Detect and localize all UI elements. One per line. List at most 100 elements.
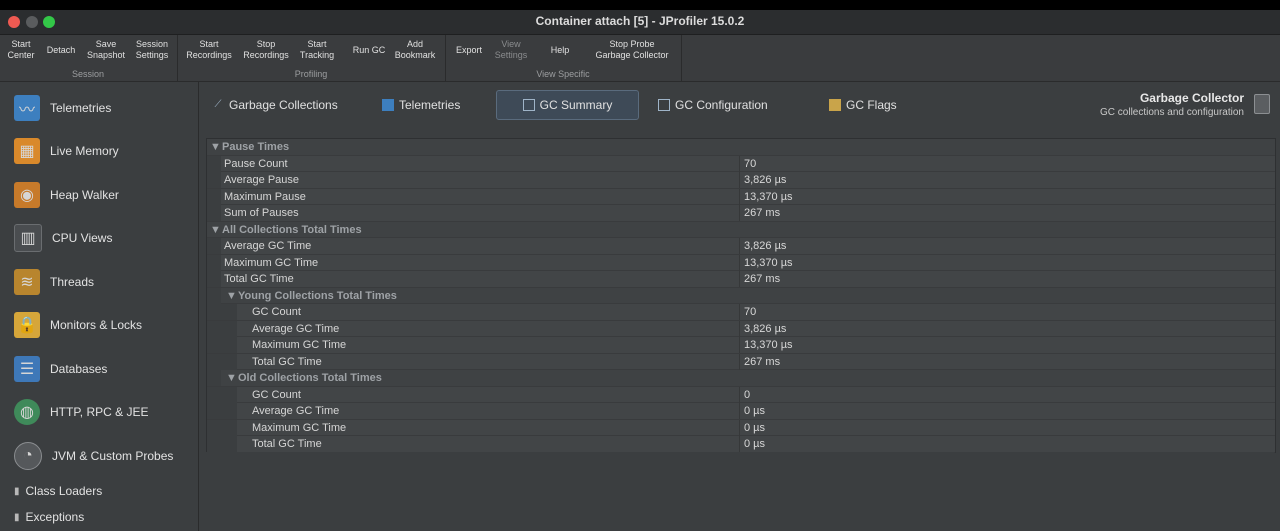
run-gc-button[interactable]: Run GC xyxy=(350,45,388,56)
table-row[interactable]: Maximum Pause 13,370 µs xyxy=(207,188,1275,205)
tree-indent xyxy=(207,254,221,271)
window-title: Container attach [5] - JProfiler 15.0.2 xyxy=(535,14,745,28)
section-label: Young Collections Total Times xyxy=(238,289,397,302)
view-tabs: ⟋ Garbage Collections Telemetries GC Sum… xyxy=(199,82,1280,126)
table-row[interactable]: Average GC Time 3,826 µs xyxy=(207,238,1275,255)
tab-gc-flags[interactable]: GC Flags xyxy=(829,90,897,120)
toolbar-separator xyxy=(681,35,682,81)
table-row[interactable]: Sum of Pauses 267 ms xyxy=(207,205,1275,222)
table-row[interactable]: Total GC Time 267 ms xyxy=(207,271,1275,288)
sidebar-item-cpu-views[interactable]: ▥ CPU Views xyxy=(0,218,198,258)
sidebar-item-databases[interactable]: ☰ Databases xyxy=(0,349,198,389)
column-divider xyxy=(739,403,740,419)
table-row[interactable]: Maximum GC Time 13,370 µs xyxy=(207,337,1275,354)
broom-icon: ⟋ xyxy=(214,99,222,110)
clipboard-icon xyxy=(829,99,841,111)
threads-icon: ≋ xyxy=(14,269,40,295)
table-icon xyxy=(522,99,535,111)
add-bookmark-button[interactable]: Add Bookmark xyxy=(392,39,438,61)
sidebar-item-label: JVM & Custom Probes xyxy=(52,449,174,463)
tree-indent xyxy=(207,337,237,353)
table-row[interactable]: GC Count 0 xyxy=(207,386,1275,403)
tree-indent xyxy=(207,403,237,419)
sidebar-item-jvm-custom-probes[interactable]: ◔ JVM & Custom Probes xyxy=(0,436,198,476)
table-row[interactable]: Pause Count 70 xyxy=(207,155,1275,172)
start-center-button[interactable]: Start Center xyxy=(4,39,38,61)
column-divider xyxy=(739,337,740,353)
lock-icon: 🔒 xyxy=(14,312,40,338)
sidebar-item-label: Heap Walker xyxy=(50,188,119,202)
row-value: 0 xyxy=(744,388,751,401)
sidebar-item-exceptions[interactable]: ▮ Exceptions xyxy=(0,506,198,528)
tree-indent xyxy=(207,271,221,287)
table-row[interactable]: Maximum GC Time 13,370 µs xyxy=(207,254,1275,271)
tree-indent xyxy=(207,436,237,452)
save-snapshot-button[interactable]: Save Snapshot xyxy=(84,39,128,61)
sidebar-item-label: Exceptions xyxy=(25,510,85,524)
column-divider xyxy=(739,419,740,436)
toolbar-caption-profiling: Profiling xyxy=(294,69,328,79)
start-recordings-button[interactable]: Start Recordings xyxy=(184,39,234,61)
row-value: 13,370 µs xyxy=(744,339,793,351)
bar-chart-icon: ▮ xyxy=(14,511,20,523)
stop-recordings-button[interactable]: Stop Recordings xyxy=(240,39,292,61)
section-row-old-collections[interactable]: ▼ Old Collections Total Times xyxy=(207,370,1275,387)
detach-button[interactable]: Detach xyxy=(44,45,78,56)
table-row[interactable]: Maximum GC Time 0 µs xyxy=(207,419,1275,436)
collapse-triangle-icon[interactable]: ▼ xyxy=(210,139,221,155)
bar-chart-icon: ▮ xyxy=(14,485,20,497)
collapse-triangle-icon[interactable]: ▼ xyxy=(226,288,237,304)
tree-indent xyxy=(207,386,237,403)
tree-indent xyxy=(207,304,237,320)
collapse-triangle-icon[interactable]: ▼ xyxy=(210,222,221,238)
table-row[interactable]: Total GC Time 0 µs xyxy=(207,436,1275,453)
column-divider xyxy=(739,353,740,370)
table-row[interactable]: Average GC Time 3,826 µs xyxy=(207,320,1275,337)
row-key: Maximum GC Time xyxy=(252,339,347,351)
top-strip xyxy=(0,0,1280,10)
sidebar-item-class-loaders[interactable]: ▮ Class Loaders xyxy=(0,480,198,502)
globe-icon: ◍ xyxy=(14,399,40,425)
row-value: 13,370 µs xyxy=(744,190,793,203)
column-divider xyxy=(739,320,740,337)
sidebar-item-threads[interactable]: ≋ Threads xyxy=(0,262,198,302)
table-row[interactable]: GC Count 70 xyxy=(207,304,1275,321)
column-divider xyxy=(739,271,740,287)
gauge-icon: ◔ xyxy=(14,442,42,470)
section-row-all-collections[interactable]: ▼ All Collections Total Times xyxy=(207,221,1275,238)
view-header: Garbage Collector GC collections and con… xyxy=(1100,91,1244,118)
title-bar: Container attach [5] - JProfiler 15.0.2 xyxy=(0,10,1280,35)
row-value: 70 xyxy=(744,306,757,318)
row-key: Average GC Time xyxy=(252,322,340,335)
tab-gc-summary[interactable]: GC Summary xyxy=(496,90,639,120)
sidebar-item-http-rpc-jee[interactable]: ◍ HTTP, RPC & JEE xyxy=(0,392,198,432)
table-row[interactable]: Total GC Time 267 ms xyxy=(207,353,1275,370)
tree-indent xyxy=(207,419,237,436)
tree-indent xyxy=(207,353,237,370)
view-settings-button[interactable]: View Settings xyxy=(490,39,532,61)
sidebar-item-heap-walker[interactable]: ◉ Heap Walker xyxy=(0,175,198,215)
sidebar-item-telemetries[interactable]: 〰 Telemetries xyxy=(0,88,198,128)
column-divider xyxy=(739,436,740,452)
cpu-views-icon: ▥ xyxy=(14,224,42,252)
section-row-young-collections[interactable]: ▼ Young Collections Total Times xyxy=(207,287,1275,304)
section-row-pause-times[interactable]: ▼ Pause Times xyxy=(207,139,1275,156)
export-button[interactable]: Export xyxy=(452,45,486,56)
section-label: Pause Times xyxy=(222,141,290,153)
tab-gc-configuration[interactable]: GC Configuration xyxy=(658,90,768,120)
session-settings-button[interactable]: Session Settings xyxy=(131,39,173,61)
table-row[interactable]: Average Pause 3,826 µs xyxy=(207,172,1275,189)
tab-telemetries[interactable]: Telemetries xyxy=(382,90,460,120)
sidebar-item-live-memory[interactable]: ▦ Live Memory xyxy=(0,131,198,171)
stop-probe-button[interactable]: Stop Probe Garbage Collector xyxy=(588,39,676,61)
tab-garbage-collections[interactable]: ⟋ Garbage Collections xyxy=(212,90,338,120)
sidebar-item-monitors-locks[interactable]: 🔒 Monitors & Locks xyxy=(0,305,198,345)
empty-content-area xyxy=(206,452,1274,531)
start-tracking-button[interactable]: Start Tracking xyxy=(297,39,337,61)
collapse-triangle-icon[interactable]: ▼ xyxy=(226,370,237,386)
table-row[interactable]: Average GC Time 0 µs xyxy=(207,403,1275,420)
section-label: All Collections Total Times xyxy=(222,223,362,236)
row-key: Total GC Time xyxy=(252,355,322,368)
column-divider xyxy=(739,205,740,221)
help-button[interactable]: Help xyxy=(544,45,576,56)
